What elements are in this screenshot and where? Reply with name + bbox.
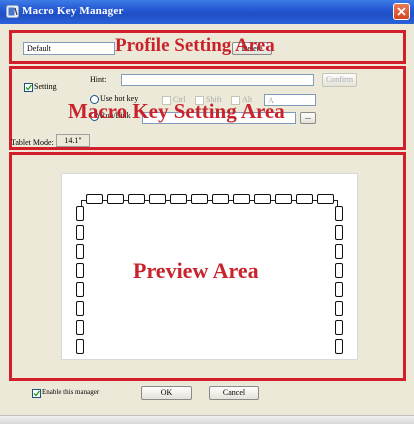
profile-area-title: Profile Setting Area — [115, 35, 275, 56]
macro-key-slot-right[interactable] — [335, 339, 343, 354]
tablet-app-icon — [6, 5, 19, 18]
enable-manager-label: Enable this manager — [42, 388, 100, 396]
tablet-mode-value: 14.1" — [56, 134, 90, 147]
macro-key-slot-left[interactable] — [76, 244, 84, 259]
macro-key-slot-top[interactable] — [212, 194, 229, 204]
macro-key-slot-top[interactable] — [296, 194, 313, 204]
macro-key-slot-right[interactable] — [335, 244, 343, 259]
tablet-mode-label: Tablet Mode: — [11, 138, 54, 147]
macro-key-slot-left[interactable] — [76, 301, 84, 316]
window-title: Macro Key Manager — [22, 5, 124, 17]
macro-key-slot-top[interactable] — [107, 194, 124, 204]
profile-name-field[interactable]: Default — [23, 42, 115, 55]
cancel-button[interactable]: Cancel — [209, 386, 259, 400]
ok-button[interactable]: OK — [141, 386, 192, 400]
macro-key-slot-top[interactable] — [317, 194, 334, 204]
macro-key-slot-top[interactable] — [191, 194, 208, 204]
hint-label: Hint: — [90, 75, 107, 84]
macro-key-slot-left[interactable] — [76, 206, 84, 221]
preview-area-title: Preview Area — [133, 258, 259, 283]
macro-key-slot-left[interactable] — [76, 282, 84, 297]
checkmark-icon — [25, 84, 32, 91]
setting-checkbox[interactable] — [24, 83, 33, 92]
macro-key-slot-left[interactable] — [76, 320, 84, 335]
macro-key-slot-left[interactable] — [76, 339, 84, 354]
macro-key-slot-left[interactable] — [76, 225, 84, 240]
macro-key-slot-right[interactable] — [335, 206, 343, 221]
hint-input[interactable] — [121, 74, 314, 86]
macro-key-slot-right[interactable] — [335, 282, 343, 297]
confirm-button[interactable]: Confirm — [322, 73, 357, 87]
macro-key-slot-top[interactable] — [275, 194, 292, 204]
browse-button[interactable]: ... — [300, 112, 316, 124]
close-icon — [397, 7, 406, 16]
macro-key-slot-top[interactable] — [128, 194, 145, 204]
setting-label: Setting — [34, 82, 57, 91]
macro-key-slot-left[interactable] — [76, 263, 84, 278]
enable-manager-checkbox[interactable] — [32, 389, 41, 398]
checkmark-icon — [33, 390, 40, 397]
macro-key-slot-right[interactable] — [335, 225, 343, 240]
macro-key-slot-right[interactable] — [335, 263, 343, 278]
macro-key-slot-right[interactable] — [335, 320, 343, 335]
macro-key-slot-top[interactable] — [170, 194, 187, 204]
macro-key-slot-top[interactable] — [86, 194, 103, 204]
macro-key-slot-right[interactable] — [335, 301, 343, 316]
macro-key-manager-window: Macro Key Manager Default Delete Profile… — [0, 0, 414, 424]
macro-key-slot-top[interactable] — [149, 194, 166, 204]
macro-key-slot-top[interactable] — [254, 194, 271, 204]
macro-area-title: Macro Key Setting Area — [68, 99, 285, 123]
macro-key-slot-top[interactable] — [233, 194, 250, 204]
close-button[interactable] — [393, 3, 410, 20]
title-bar[interactable]: Macro Key Manager — [0, 0, 414, 24]
